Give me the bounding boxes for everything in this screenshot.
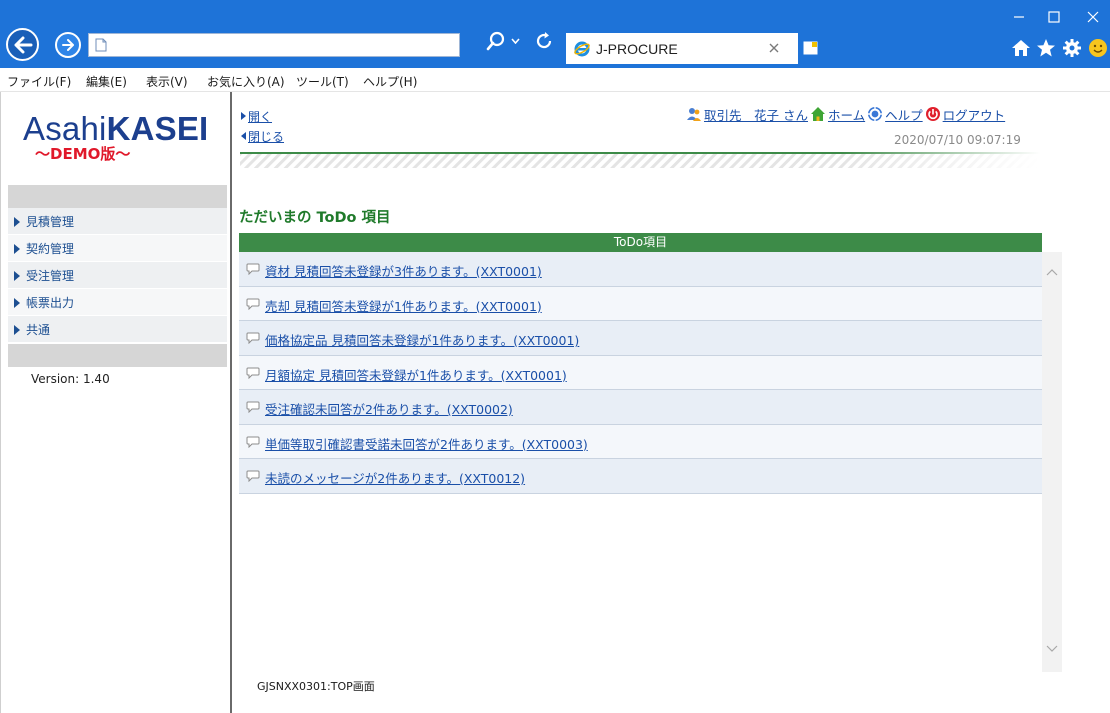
vertical-scrollbar[interactable] [1042, 252, 1062, 672]
triangle-right-icon [14, 271, 20, 281]
arrow-left-icon [14, 36, 32, 53]
triangle-right-icon [14, 244, 20, 254]
sidebar-item-label: 契約管理 [26, 242, 75, 256]
todo-item: 単価等取引確認書受諾未回答が2件あります。(XXT0003) [239, 424, 1042, 459]
speech-bubble-icon [246, 401, 260, 413]
screen-id: GJSNXX0301:TOP画面 [257, 680, 375, 693]
home-icon[interactable] [1011, 38, 1031, 58]
logo-subtitle: 〜DEMO版〜 [35, 145, 131, 163]
address-bar[interactable] [88, 33, 460, 57]
sidebar-item-label: 帳票出力 [26, 296, 75, 310]
sidebar-item-contract[interactable]: 契約管理 [8, 235, 227, 262]
todo-list: 資材 見積回答未登録が3件あります。(XXT0001) 売却 見積回答未登録が1… [239, 252, 1042, 494]
minimize-icon[interactable] [1012, 10, 1026, 24]
header-divider [240, 152, 1040, 168]
home-icon [810, 106, 826, 122]
sidebar-top-band [8, 185, 227, 208]
todo-item: 資材 見積回答未登録が3件あります。(XXT0001) [239, 252, 1042, 287]
current-datetime: 2020/07/10 09:07:19 [894, 133, 1021, 147]
todo-link[interactable]: 未読のメッセージが2件あります。(XXT0012) [265, 468, 525, 487]
close-window-icon[interactable] [1086, 10, 1100, 24]
todo-link[interactable]: 単価等取引確認書受諾未回答が2件あります。(XXT0003) [265, 434, 588, 453]
speech-bubble-icon [246, 298, 260, 310]
speech-bubble-icon [246, 263, 260, 275]
sidebar-item-label: 受注管理 [26, 269, 75, 283]
close-link-label: 閉じる [248, 130, 285, 144]
close-link[interactable]: 閉じる [241, 128, 284, 145]
search-icon[interactable] [486, 31, 506, 51]
browser-tab[interactable]: J-PROCURE [566, 33, 798, 64]
maximize-icon[interactable] [1047, 10, 1061, 24]
menu-view[interactable]: 表示(V) [146, 73, 188, 90]
triangle-right-icon [14, 298, 20, 308]
todo-link[interactable]: 月額協定 見積回答未登録が1件あります。(XXT0001) [265, 365, 567, 384]
todo-item: 未読のメッセージが2件あります。(XXT0012) [239, 459, 1042, 494]
speech-bubble-icon [246, 470, 260, 482]
todo-link[interactable]: 資材 見積回答未登録が3件あります。(XXT0001) [265, 261, 542, 280]
chevron-down-icon[interactable] [1046, 645, 1058, 653]
todo-link[interactable]: 価格協定品 見積回答未登録が1件あります。(XXT0001) [265, 330, 579, 349]
todo-item: 売却 見積回答未登録が1件あります。(XXT0001) [239, 286, 1042, 321]
home-link[interactable]: ホーム [828, 105, 865, 124]
page-icon [95, 38, 107, 52]
logo-text-light: Asahi [23, 110, 107, 147]
menu-bar: ファイル(F) 編集(E) 表示(V) お気に入り(A) ツール(T) ヘルプ(… [0, 68, 1110, 92]
todo-link[interactable]: 受注確認未回答が2件あります。(XXT0002) [265, 399, 513, 418]
app-window: J-PROCURE ファイル(F) 編集(E) 表示(V) お気に入り(A) ツ… [0, 0, 1110, 713]
speech-bubble-icon [246, 367, 260, 379]
menu-edit[interactable]: 編集(E) [86, 73, 127, 90]
todo-item: 月額協定 見積回答未登録が1件あります。(XXT0001) [239, 355, 1042, 390]
menu-file[interactable]: ファイル(F) [7, 73, 71, 90]
title-bar: J-PROCURE [0, 0, 1110, 68]
todo-title: ただいまの ToDo 項目 [239, 210, 391, 226]
arrow-right-icon [241, 112, 246, 120]
todo-item: 価格協定品 見積回答未登録が1件あります。(XXT0001) [239, 321, 1042, 356]
sidebar-item-report[interactable]: 帳票出力 [8, 289, 227, 316]
sidebar-item-order[interactable]: 受注管理 [8, 262, 227, 289]
logout-icon [925, 106, 941, 122]
help-icon [867, 106, 883, 122]
sidebar-item-label: 見積管理 [26, 215, 75, 229]
sidebar-item-quotation[interactable]: 見積管理 [8, 208, 227, 235]
star-icon[interactable] [1036, 38, 1056, 58]
close-tab-icon[interactable] [768, 42, 780, 54]
sidebar-item-common[interactable]: 共通 [8, 316, 227, 343]
open-link-label: 開く [248, 110, 273, 124]
speech-bubble-icon [246, 332, 260, 344]
version-label: Version: 1.40 [31, 372, 110, 386]
chevron-up-icon[interactable] [1046, 268, 1058, 276]
help-link[interactable]: ヘルプ [885, 105, 923, 124]
address-tools [472, 28, 564, 58]
refresh-icon[interactable] [534, 31, 554, 51]
sidebar-item-label: 共通 [26, 323, 51, 337]
sidebar-bottom-band [8, 344, 227, 367]
sidebar: AsahiKASEI 〜DEMO版〜 見積管理 契約管理 受注管理 帳票出力 共… [0, 92, 232, 713]
forward-button[interactable] [55, 32, 81, 58]
smiley-icon[interactable] [1088, 38, 1108, 58]
todo-column-header: ToDo項目 [239, 233, 1042, 252]
arrow-left-icon [241, 132, 246, 140]
logo-text-bold: KASEI [106, 110, 209, 147]
triangle-right-icon [14, 325, 20, 335]
menu-tools[interactable]: ツール(T) [296, 73, 349, 90]
menu-help[interactable]: ヘルプ(H) [363, 73, 417, 90]
open-link[interactable]: 開く [241, 108, 272, 125]
todo-item: 受注確認未回答が2件あります。(XXT0002) [239, 390, 1042, 425]
speech-bubble-icon [246, 436, 260, 448]
search-dropdown-icon[interactable] [511, 38, 520, 44]
tab-title: J-PROCURE [596, 41, 678, 57]
gear-icon[interactable] [1062, 38, 1082, 58]
user-link[interactable]: 取引先 花子 さん [704, 105, 808, 124]
todo-link[interactable]: 売却 見積回答未登録が1件あります。(XXT0001) [265, 296, 542, 315]
back-button[interactable] [6, 28, 39, 61]
ie-icon [574, 41, 590, 57]
arrow-right-icon [62, 39, 74, 51]
logout-link[interactable]: ログアウト [943, 105, 1006, 124]
header-links: 取引先 花子 さん ホーム ヘルプ ログアウト [684, 105, 1005, 123]
triangle-right-icon [14, 217, 20, 227]
user-icon [686, 106, 702, 122]
menu-favorites[interactable]: お気に入り(A) [207, 73, 285, 90]
new-tab-icon[interactable] [801, 38, 821, 58]
